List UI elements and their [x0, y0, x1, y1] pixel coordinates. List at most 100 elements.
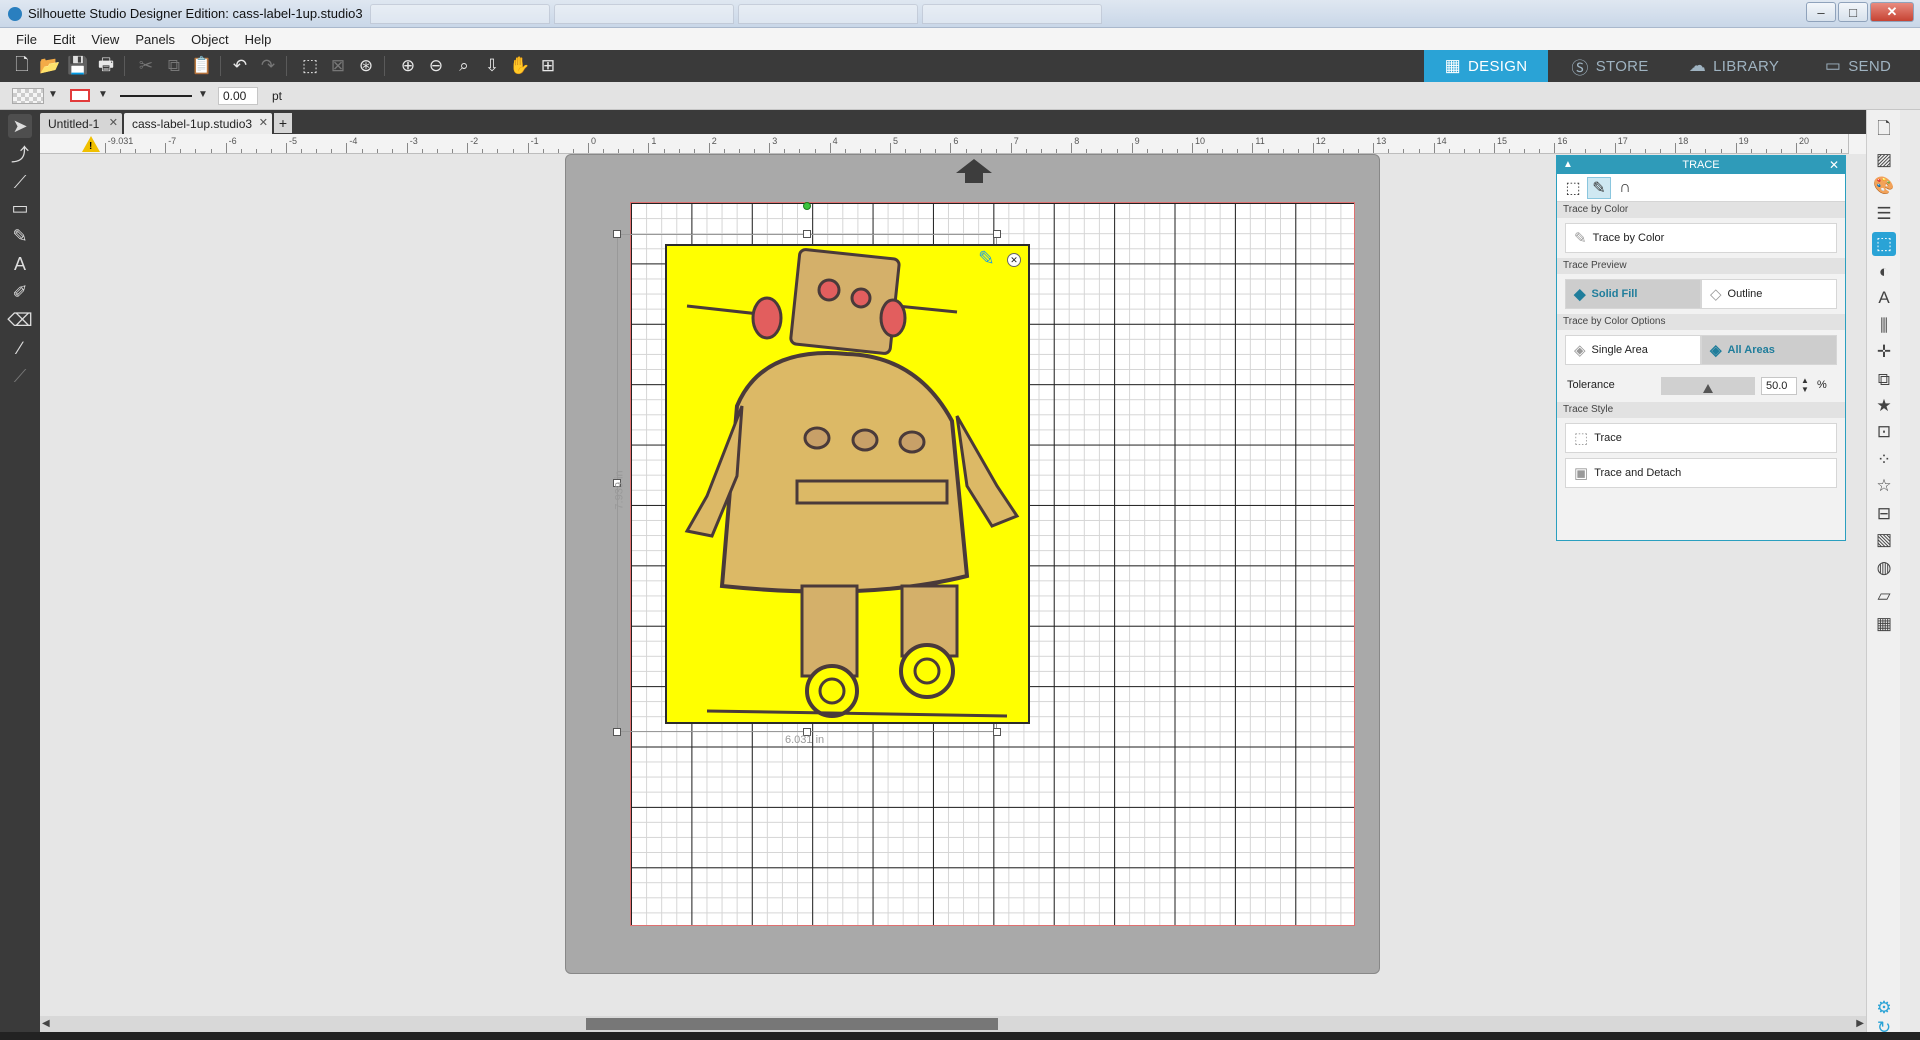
resize-handle[interactable] [803, 230, 811, 238]
trace-and-detach-button[interactable]: ▣ Trace and Detach [1565, 458, 1837, 488]
tolerance-slider[interactable] [1661, 377, 1755, 395]
rotation-handle[interactable] [803, 202, 811, 210]
tolerance-spinner-icon[interactable]: ▲ ▼ [1801, 376, 1809, 394]
pan-hand-icon[interactable]: ✋ [508, 54, 532, 78]
solid-fill-button[interactable]: ◆ Solid Fill [1565, 279, 1701, 309]
paste-icon[interactable]: 📋 [190, 54, 214, 78]
deselect-icon[interactable]: ⊠ [326, 54, 350, 78]
select-all-icon[interactable]: ⬚ [298, 54, 322, 78]
pixscan-icon[interactable]: ▨ [1872, 148, 1896, 172]
select-arrow-icon[interactable]: ➤ [8, 114, 32, 138]
line-style-dropdown-arrow-icon[interactable]: ▼ [198, 89, 208, 100]
library-book-icon[interactable]: ▦ [1872, 612, 1896, 636]
align-icon[interactable]: ⫼ [1872, 314, 1896, 338]
robot-artwork-image[interactable] [665, 244, 1030, 724]
doc-tab-cass-label[interactable]: cass-label-1up.studio3 ✕ [124, 113, 272, 134]
pencil-tool-icon[interactable]: ✎ [8, 224, 32, 248]
scroll-right-arrow-icon[interactable]: ▶ [1856, 1018, 1864, 1029]
zoom-selection-icon[interactable]: ⌕ [452, 54, 476, 78]
star-icon[interactable]: ★ [1872, 394, 1896, 418]
tolerance-input[interactable]: 50.0 [1761, 377, 1797, 395]
trace-panel-icon[interactable]: ⬚ [1872, 232, 1896, 256]
fit-to-page-icon[interactable]: ⊞ [536, 54, 560, 78]
line-color-dropdown-arrow-icon[interactable]: ▼ [98, 89, 108, 100]
move-down-icon[interactable]: ⇩ [480, 54, 504, 78]
menu-object[interactable]: Object [183, 32, 237, 47]
tab-design[interactable]: ▦ DESIGN [1424, 50, 1548, 82]
horizontal-scroll-thumb[interactable] [586, 1018, 998, 1030]
text-style-icon[interactable]: A [1872, 286, 1896, 310]
eyedropper-tool-icon[interactable]: ⟋ [8, 364, 32, 388]
trace-by-color-button[interactable]: ✎ Trace by Color [1565, 223, 1837, 253]
text-tool-icon[interactable]: A [8, 252, 32, 276]
fill-color-swatch[interactable] [12, 88, 44, 104]
close-panel-icon[interactable]: ✕ [1829, 156, 1839, 174]
copy-icon[interactable]: ⧉ [162, 54, 186, 78]
line-style-icon[interactable]: ☰ [1872, 202, 1896, 226]
offset-icon[interactable]: ⊟ [1872, 502, 1896, 526]
background-tab[interactable] [922, 4, 1102, 24]
menu-file[interactable]: File [8, 32, 45, 47]
background-tab[interactable] [370, 4, 550, 24]
fill-dropdown-arrow-icon[interactable]: ▼ [48, 89, 58, 100]
replicate-icon[interactable]: ⧉ [1872, 368, 1896, 392]
menu-panels[interactable]: Panels [127, 32, 183, 47]
rhinestone-icon[interactable]: ◍ [1872, 556, 1896, 580]
page-setup-icon[interactable]: 🗋 [1872, 118, 1896, 142]
print-icon[interactable]: 🖶 [94, 54, 118, 78]
single-area-button[interactable]: ◈ Single Area [1565, 335, 1701, 365]
close-image-icon[interactable]: ✕ [1007, 253, 1021, 267]
eraser-tool-icon[interactable]: ⌫ [7, 308, 32, 332]
menu-help[interactable]: Help [237, 32, 280, 47]
close-tab-icon[interactable]: ✕ [109, 116, 118, 129]
sketch-icon[interactable]: ▧ [1872, 528, 1896, 552]
modify-icon[interactable]: ⊡ [1872, 420, 1896, 444]
cut-icon[interactable]: ✂ [134, 54, 158, 78]
tab-send[interactable]: ▭ SEND [1796, 50, 1920, 82]
redo-icon[interactable]: ↷ [256, 54, 280, 78]
outline-button[interactable]: ◇ Outline [1701, 279, 1837, 309]
tab-library[interactable]: ☁ LIBRARY [1672, 50, 1796, 82]
draw-tool-icon[interactable]: ✐ [8, 280, 32, 304]
close-button[interactable]: ✕ [1870, 2, 1914, 22]
background-tab[interactable] [554, 4, 734, 24]
doc-tab-untitled[interactable]: Untitled-1 ✕ [40, 113, 122, 134]
line-color-swatch[interactable] [70, 89, 90, 102]
close-tab-icon[interactable]: ✕ [259, 116, 268, 129]
menu-edit[interactable]: Edit [45, 32, 83, 47]
menu-view[interactable]: View [83, 32, 127, 47]
zoom-out-icon[interactable]: ⊖ [424, 54, 448, 78]
line-tool-icon[interactable]: ⟋ [8, 170, 32, 194]
maximize-button[interactable]: □ [1838, 2, 1868, 22]
line-style-preview[interactable] [120, 95, 192, 97]
transform-icon[interactable]: ✛ [1872, 340, 1896, 364]
all-areas-button[interactable]: ◈ All Areas [1701, 335, 1837, 365]
save-icon[interactable]: 💾 [66, 54, 90, 78]
select-by-color-icon[interactable]: ⊛ [354, 54, 378, 78]
collapse-caret-icon[interactable]: ▲ [1563, 156, 1573, 174]
point-edit-icon[interactable]: ⤴ [8, 142, 32, 166]
knife-tool-icon[interactable]: ∕ [8, 336, 32, 360]
magnet-icon[interactable]: ∩ [1613, 177, 1637, 199]
resize-handle[interactable] [993, 728, 1001, 736]
resize-handle[interactable] [993, 230, 1001, 238]
dots-pattern-icon[interactable]: ⁘ [1872, 448, 1896, 472]
zoom-in-icon[interactable]: ⊕ [396, 54, 420, 78]
resize-handle[interactable] [613, 728, 621, 736]
trace-by-color-icon[interactable]: ✎ [1587, 177, 1611, 199]
new-document-icon[interactable]: 🗋 [10, 54, 34, 78]
fill-color-icon[interactable]: 🎨 [1872, 174, 1896, 198]
trace-area-icon[interactable]: ⬚ [1561, 177, 1585, 199]
horizontal-scrollbar[interactable]: ◀ ▶ [40, 1016, 1866, 1032]
favorite-star-icon[interactable]: ☆ [1872, 474, 1896, 498]
line-width-input[interactable]: 0.00 [218, 87, 258, 105]
trace-button[interactable]: ⬚ Trace [1565, 423, 1837, 453]
new-tab-button[interactable]: + [274, 113, 292, 133]
resize-handle[interactable] [613, 230, 621, 238]
transparency-icon[interactable]: ◐ [1872, 260, 1896, 284]
scroll-left-arrow-icon[interactable]: ◀ [42, 1018, 50, 1029]
rectangle-tool-icon[interactable]: ▭ [8, 196, 32, 220]
print-and-cut-icon[interactable]: ▱ [1872, 584, 1896, 608]
open-folder-icon[interactable]: 📂 [38, 54, 62, 78]
background-tab[interactable] [738, 4, 918, 24]
